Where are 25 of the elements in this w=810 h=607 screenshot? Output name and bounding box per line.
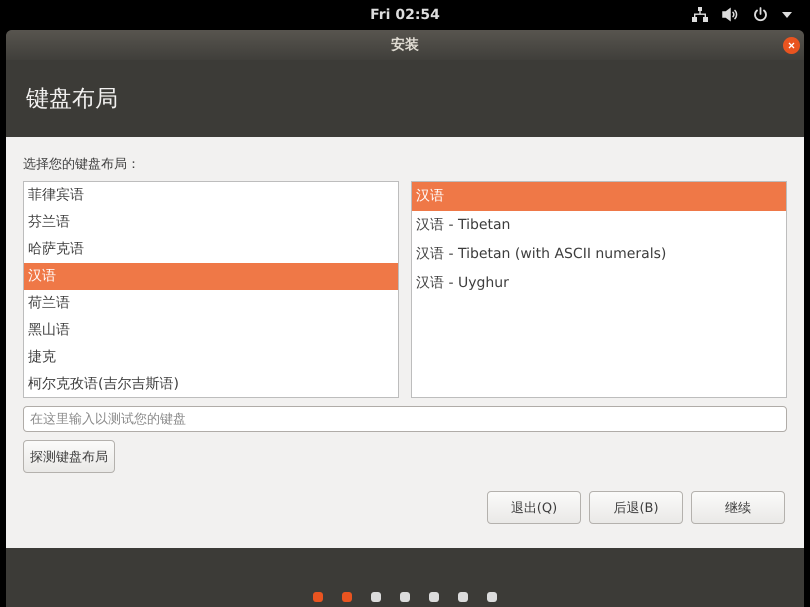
variant-item[interactable]: 汉语 - Tibetan (with ASCII numerals) bbox=[412, 240, 786, 269]
close-icon bbox=[788, 42, 795, 49]
layout-item[interactable]: 哈萨克语 bbox=[24, 236, 398, 263]
layout-item[interactable]: 芬兰语 bbox=[24, 209, 398, 236]
action-button[interactable]: 继续 bbox=[691, 491, 785, 524]
detect-layout-button[interactable]: 探测键盘布局 bbox=[23, 440, 115, 473]
action-button[interactable]: 后退(B) bbox=[589, 491, 683, 524]
variant-item[interactable]: 汉语 - Tibetan bbox=[412, 211, 786, 240]
page-title: 键盘布局 bbox=[26, 85, 118, 114]
power-icon[interactable] bbox=[753, 7, 768, 22]
action-button[interactable]: 退出(Q) bbox=[487, 491, 581, 524]
layout-item[interactable]: 荷兰语 bbox=[24, 290, 398, 317]
network-icon[interactable] bbox=[692, 7, 708, 22]
layout-item[interactable]: 捷克 bbox=[24, 344, 398, 371]
window-title: 安装 bbox=[391, 36, 419, 54]
caret-icon[interactable] bbox=[782, 12, 792, 18]
layout-item[interactable]: 柯尔克孜语(吉尔吉斯语) bbox=[24, 371, 398, 397]
layout-item[interactable]: 黑山语 bbox=[24, 317, 398, 344]
variant-item[interactable]: 汉语 - Uyghur bbox=[412, 269, 786, 298]
test-input-field[interactable]: 在这里输入以测试您的键盘 bbox=[23, 406, 787, 432]
prompt-label: 选择您的键盘布局： bbox=[23, 156, 141, 174]
close-button[interactable] bbox=[783, 37, 800, 54]
clock: Fri 02:54 bbox=[370, 7, 440, 23]
layout-item[interactable]: 菲律宾语 bbox=[24, 182, 398, 209]
volume-icon[interactable] bbox=[722, 7, 739, 22]
